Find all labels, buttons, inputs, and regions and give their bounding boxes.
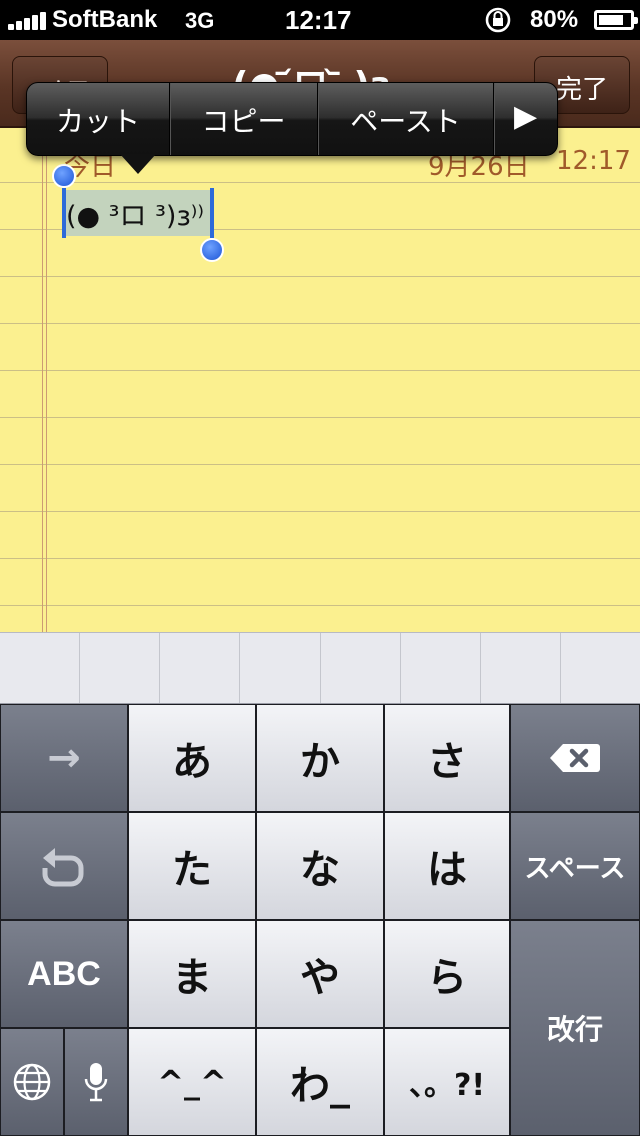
paste-button[interactable]: ペースト <box>318 83 494 155</box>
candidate-slot[interactable] <box>160 633 241 703</box>
candidate-slot[interactable] <box>240 633 321 703</box>
candidate-slot[interactable] <box>401 633 481 703</box>
candidate-slot[interactable] <box>481 633 561 703</box>
key-ra[interactable]: ら <box>384 920 510 1028</box>
battery-icon <box>594 10 638 30</box>
key-kaomoji[interactable]: ^_^ <box>128 1028 256 1136</box>
note-paper[interactable]: 今日 9月26日 12:17 (● ³ロ ³)з⁾⁾ <box>0 128 640 632</box>
rotation-lock-icon <box>485 7 511 33</box>
battery-percent: 80% <box>530 6 579 33</box>
selection-end-handle[interactable] <box>200 238 224 262</box>
note-body-text[interactable]: (● ³ロ ³)з⁾⁾ <box>66 194 204 233</box>
return-key[interactable]: 改行 <box>510 920 640 1136</box>
space-key[interactable]: スペース <box>510 812 640 920</box>
undo-icon <box>42 848 84 887</box>
key-ka[interactable]: か <box>256 704 384 812</box>
candidate-slot[interactable] <box>321 633 401 703</box>
key-wa[interactable]: わ_ <box>256 1028 384 1136</box>
microphone-icon <box>84 1063 108 1102</box>
copy-button[interactable]: コピー <box>170 83 318 155</box>
keyboard: → あ か さ た な は スペース ABC ま や ら 改行 ^_^ わ_ 、… <box>0 704 640 1136</box>
delete-key[interactable] <box>510 704 640 812</box>
return-key-label: 改行 <box>546 1013 603 1046</box>
signal-strength-icon <box>8 12 48 30</box>
key-ha[interactable]: は <box>384 812 510 920</box>
status-time: 12:17 <box>285 5 352 35</box>
edit-menu-pointer <box>120 154 156 174</box>
edit-menu: カット コピー ペースト ▶ <box>26 82 558 156</box>
network-type: 3G <box>185 8 215 33</box>
undo-key[interactable] <box>0 812 128 920</box>
dictation-key[interactable] <box>64 1028 128 1136</box>
carrier-name: SoftBank <box>52 6 158 33</box>
candidate-bar <box>0 632 640 704</box>
globe-icon <box>13 1063 51 1101</box>
more-options-button[interactable]: ▶ <box>494 83 557 155</box>
key-ma[interactable]: ま <box>128 920 256 1028</box>
candidate-slot[interactable] <box>0 633 81 703</box>
note-time: 12:17 <box>556 146 631 176</box>
abc-key-label: ABC <box>27 954 101 993</box>
cursor-right-key[interactable]: → <box>0 704 128 812</box>
selection-start-handle[interactable] <box>52 164 76 188</box>
status-bar: SoftBank 3G 12:17 80% <box>0 0 640 40</box>
paper-margin-line <box>42 128 47 632</box>
key-punctuation[interactable]: 、。?! <box>384 1028 510 1136</box>
backspace-icon <box>550 744 600 772</box>
key-na[interactable]: な <box>256 812 384 920</box>
globe-key[interactable] <box>0 1028 64 1136</box>
abc-key[interactable]: ABC <box>0 920 128 1028</box>
space-key-label: スペース <box>524 853 626 884</box>
candidate-slot[interactable] <box>561 633 640 703</box>
battery-level <box>599 15 623 25</box>
key-sa[interactable]: さ <box>384 704 510 812</box>
candidate-slot[interactable] <box>80 633 161 703</box>
key-ya[interactable]: や <box>256 920 384 1028</box>
key-ta[interactable]: た <box>128 812 256 920</box>
cut-button[interactable]: カット <box>27 83 170 155</box>
arrow-right-icon: → <box>47 735 81 781</box>
selection-end-bar <box>210 188 214 238</box>
key-a[interactable]: あ <box>128 704 256 812</box>
